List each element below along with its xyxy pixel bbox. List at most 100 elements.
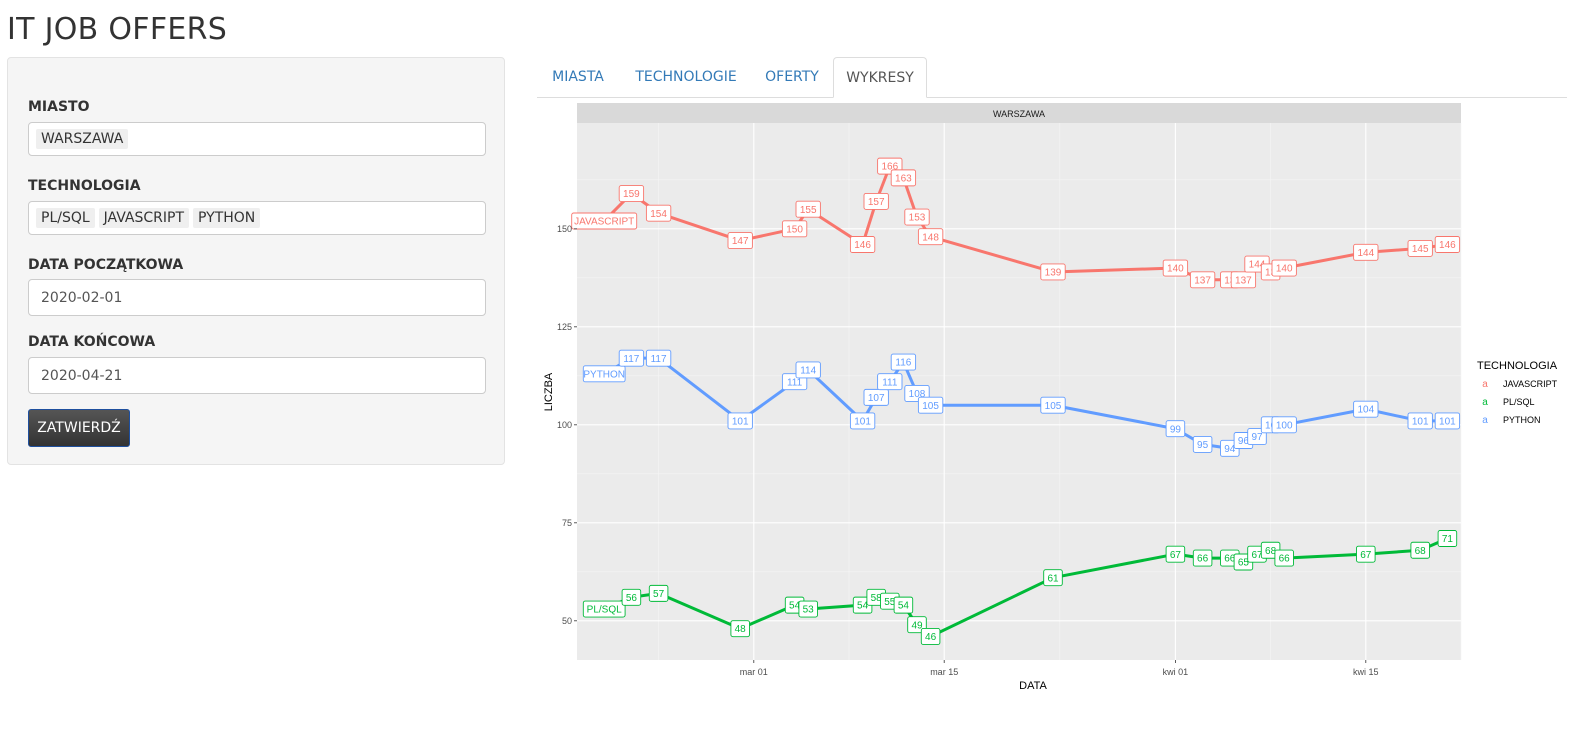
data-label-text: 140 xyxy=(1276,264,1293,275)
data-label: 57 xyxy=(648,584,669,602)
data-label-text: 54 xyxy=(898,601,910,612)
job-offers-chart: WARSZAWA JAVASCRIPT 159 154 147 150 155 146 157… xyxy=(543,103,1558,692)
y-tick-label: 100 xyxy=(557,420,572,430)
data-label: 144 xyxy=(1353,243,1379,261)
data-label-text: 117 xyxy=(651,354,667,365)
data-label-text: 101 xyxy=(732,416,749,427)
tab-bar: MIASTA TECHNOLOGIE OFERTY WYKRESY xyxy=(537,57,1567,98)
end-date-field[interactable] xyxy=(28,357,486,394)
data-label-text: JAVASCRIPT xyxy=(574,217,634,228)
data-label: 150 xyxy=(781,220,808,238)
data-label: 117 xyxy=(645,349,672,367)
data-label-text: 61 xyxy=(1047,573,1059,584)
data-label: 114 xyxy=(795,361,821,379)
start-date-input[interactable] xyxy=(29,280,485,315)
submit-button[interactable]: ZATWIERDŹ xyxy=(28,409,130,447)
data-label-text: 101 xyxy=(1412,416,1429,427)
city-label: MIASTO xyxy=(28,99,90,115)
data-label-text: 46 xyxy=(925,632,937,643)
data-label-text: 67 xyxy=(1170,550,1182,561)
tab-technologie[interactable]: TECHNOLOGIE xyxy=(621,57,751,98)
technology-select[interactable]: PL/SQL JAVASCRIPT PYTHON xyxy=(28,201,486,235)
tab-wykresy[interactable]: WYKRESY xyxy=(833,57,927,98)
data-label-text: 53 xyxy=(803,605,815,616)
data-label-text: 159 xyxy=(623,189,640,200)
data-label-text: 114 xyxy=(800,366,816,377)
filter-panel: MIASTO WARSZAWA TECHNOLOGIA PL/SQL JAVASC… xyxy=(7,57,505,465)
y-tick-label: 75 xyxy=(562,518,572,528)
data-label-text: 101 xyxy=(854,416,871,427)
data-label: 159 xyxy=(618,185,645,203)
data-label-text: 105 xyxy=(922,401,939,412)
tab-oferty[interactable]: OFERTY xyxy=(752,57,832,98)
data-label: 155 xyxy=(795,200,821,218)
legend-key: a xyxy=(1482,415,1488,426)
data-label: 101 xyxy=(1407,412,1433,430)
data-label-text: 145 xyxy=(1412,244,1429,255)
data-label-text: 154 xyxy=(650,209,667,220)
data-label: 67 xyxy=(1165,545,1186,563)
data-label: 107 xyxy=(863,388,889,406)
data-label: 157 xyxy=(863,192,889,210)
x-tick-label: kwi 01 xyxy=(1163,667,1189,677)
technology-chips: PL/SQL JAVASCRIPT PYTHON xyxy=(29,202,485,234)
data-label: 139 xyxy=(1040,263,1066,281)
city-chips: WARSZAWA xyxy=(29,123,485,155)
x-axis-title: DATA xyxy=(1019,680,1047,692)
data-label-text: 148 xyxy=(922,232,939,243)
data-label: 163 xyxy=(890,169,917,187)
data-label-text: 116 xyxy=(895,358,911,369)
data-label-text: 157 xyxy=(868,197,885,208)
data-label: 68 xyxy=(1410,541,1430,559)
legend-key: a xyxy=(1482,397,1488,408)
data-label: 154 xyxy=(645,204,672,222)
tab-miasta[interactable]: MIASTA xyxy=(537,57,619,98)
end-date-input[interactable] xyxy=(29,358,485,393)
y-axis: 50 75 100 125 150 xyxy=(557,224,577,626)
selected-chip[interactable]: JAVASCRIPT xyxy=(98,208,190,228)
data-label-text: 139 xyxy=(1045,268,1062,279)
data-label: 111 xyxy=(877,373,903,391)
data-label: 146 xyxy=(849,236,876,253)
data-label: 148 xyxy=(917,228,944,246)
data-label: 48 xyxy=(730,620,750,638)
selected-chip[interactable]: PL/SQL xyxy=(36,208,95,228)
data-label-text: 95 xyxy=(1197,440,1209,451)
start-date-field[interactable] xyxy=(28,279,486,316)
x-tick-label: kwi 15 xyxy=(1353,667,1379,677)
data-label-text: 48 xyxy=(735,624,747,635)
data-label-text: PL/SQL xyxy=(587,605,622,616)
city-select[interactable]: WARSZAWA xyxy=(28,122,486,156)
data-label: 99 xyxy=(1165,420,1186,438)
data-label-text: 117 xyxy=(623,354,639,365)
data-label: 101 xyxy=(1434,412,1461,430)
data-label-text: 68 xyxy=(1415,546,1427,557)
data-label-text: 163 xyxy=(895,173,912,184)
data-label: 140 xyxy=(1271,259,1297,277)
data-label: PL/SQL xyxy=(582,600,626,618)
start-date-label: DATA POCZĄTKOWA xyxy=(28,257,184,273)
data-label: 146 xyxy=(1434,236,1461,253)
data-label: 66 xyxy=(1192,549,1213,567)
y-tick-label: 50 xyxy=(562,616,572,626)
data-label: 147 xyxy=(727,232,753,250)
data-label-text: 104 xyxy=(1357,405,1374,416)
data-label-text: 111 xyxy=(787,377,803,388)
data-label: 117 xyxy=(618,349,645,367)
selected-chip[interactable]: WARSZAWA xyxy=(36,129,129,149)
data-label-text: 146 xyxy=(854,240,871,251)
data-label-text: 137 xyxy=(1235,275,1252,286)
y-tick-label: 125 xyxy=(557,322,572,332)
y-tick-label: 150 xyxy=(557,224,572,234)
data-label: 101 xyxy=(727,412,753,430)
selected-chip[interactable]: PYTHON xyxy=(193,208,261,228)
data-label: PYTHON xyxy=(582,365,626,383)
data-label-text: 101 xyxy=(1439,416,1456,427)
data-label: 66 xyxy=(1274,549,1294,567)
technology-label: TECHNOLOGIA xyxy=(28,178,141,194)
data-label-text: 111 xyxy=(882,377,898,388)
data-label: 67 xyxy=(1356,545,1376,563)
data-label: 100 xyxy=(1271,416,1297,434)
x-tick-label: mar 15 xyxy=(930,667,958,677)
data-label-text: 150 xyxy=(786,224,803,235)
